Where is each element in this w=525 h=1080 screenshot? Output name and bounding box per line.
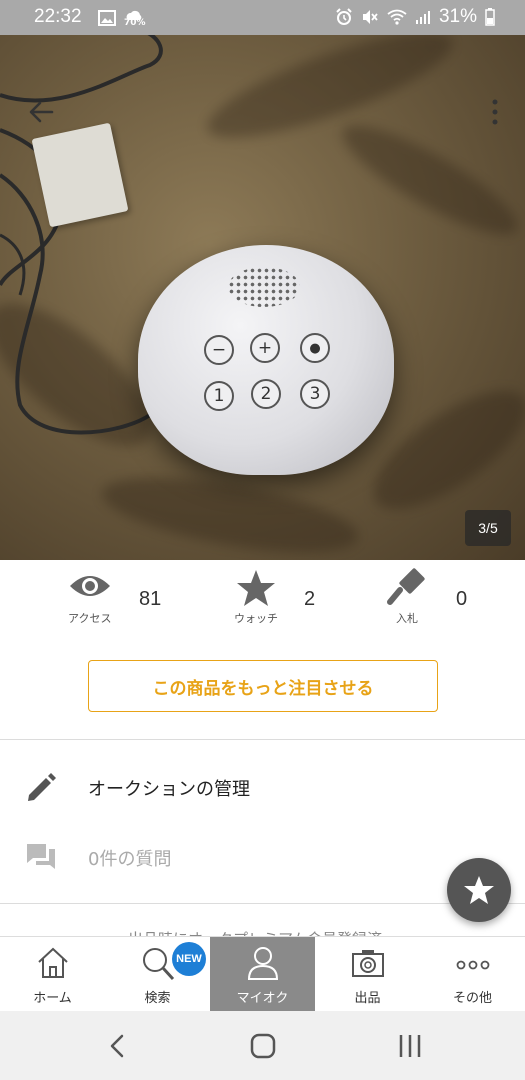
watch-count: 2 [304, 588, 316, 610]
system-recents-icon[interactable] [390, 1029, 430, 1063]
weather-icon: 70% [124, 7, 146, 29]
battery-icon [485, 8, 495, 26]
home-icon [38, 947, 68, 978]
divider [0, 739, 525, 740]
weather-percent: 70% [124, 18, 146, 28]
gallery-icon [98, 10, 116, 26]
product-photo[interactable]: − + ● 1 2 3 3/5 [0, 35, 525, 560]
photo-counter: 3/5 [465, 510, 511, 546]
system-back-icon[interactable] [98, 1029, 138, 1063]
system-nav-bar [0, 1011, 525, 1080]
wifi-icon [387, 9, 407, 25]
back-arrow-icon[interactable] [26, 97, 56, 127]
questions-row[interactable]: 0件の質問 [0, 827, 525, 887]
star-icon [237, 570, 275, 606]
access-count: 81 [139, 588, 162, 610]
tab-sell[interactable]: 出品 [315, 937, 420, 1011]
chat-icon [27, 844, 55, 869]
divider [0, 903, 525, 904]
questions-label: 0件の質問 [88, 849, 172, 870]
battery-percent: 31% [438, 6, 477, 27]
tab-myauction[interactable]: マイオク [210, 937, 315, 1011]
speaker-device: − + ● 1 2 3 [138, 245, 394, 475]
system-home-icon[interactable] [243, 1029, 283, 1063]
alarm-icon [336, 8, 352, 25]
bottom-tab-bar: ホーム 検索 マイオク 出品 その他 [0, 936, 525, 1011]
person-icon [247, 947, 279, 980]
mute-icon [362, 10, 378, 24]
gavel-icon [387, 568, 425, 605]
auction-manage-label: オークションの管理 [88, 779, 250, 800]
status-bar: 22:32 70% 31% [0, 0, 525, 35]
bid-count: 0 [456, 588, 468, 610]
stats-row: アクセス 81 ウォッチ 2 入札 0 [0, 560, 525, 636]
more-vert-icon[interactable] [489, 97, 501, 127]
dots-icon [456, 960, 490, 970]
camera-icon [352, 950, 384, 977]
auction-manage-row[interactable]: オークションの管理 [0, 757, 525, 817]
promote-item-button[interactable]: この商品をもっと注目させる [88, 660, 438, 712]
status-time: 22:32 [34, 6, 82, 27]
signal-icon [415, 11, 430, 24]
eye-icon [70, 576, 110, 596]
tab-home[interactable]: ホーム [0, 937, 105, 1011]
pencil-icon [28, 773, 56, 801]
search-icon [143, 948, 175, 981]
star-icon [464, 876, 494, 904]
tab-other[interactable]: その他 [420, 937, 525, 1011]
new-badge: NEW [172, 942, 206, 976]
watch-fab-button[interactable] [447, 858, 511, 922]
